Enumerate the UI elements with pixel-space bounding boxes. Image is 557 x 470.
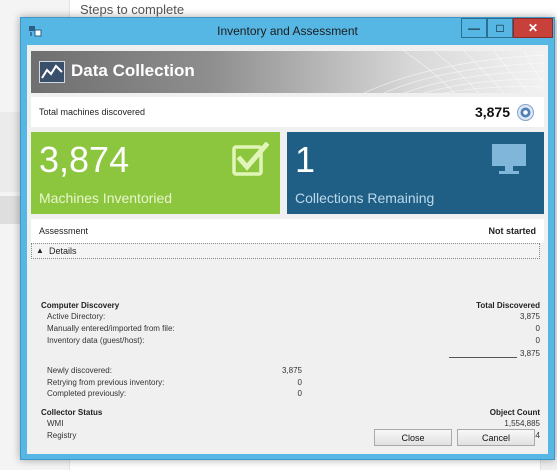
banner-title: Data Collection: [71, 61, 195, 80]
discovery-source-value: 0: [535, 336, 540, 345]
total-discovered-row: Total machines discovered 3,875: [31, 97, 544, 127]
collections-remaining-tile: 1 Collections Remaining: [287, 132, 544, 214]
inventory-status-value: 0: [297, 378, 302, 387]
assessment-label: Assessment: [39, 226, 89, 236]
collector-label: WMI: [47, 419, 64, 428]
total-discovered-heading: Total Discovered: [476, 301, 540, 310]
banner-decoration: [363, 51, 544, 93]
discovery-source-value: 0: [535, 324, 540, 333]
chevron-up-icon: ▲: [36, 246, 44, 255]
minimize-icon: —: [468, 21, 480, 35]
computer-discovery-heading: Computer Discovery: [41, 301, 120, 310]
total-discovered-label: Total machines discovered: [39, 107, 146, 117]
title-bar[interactable]: Inventory and Assessment — □ ✕: [21, 18, 554, 45]
maximize-button[interactable]: □: [487, 18, 513, 38]
cancel-button[interactable]: Cancel: [457, 429, 535, 446]
inventory-status-label: Newly discovered:: [47, 366, 112, 375]
checkbox-checked-icon: [232, 142, 269, 176]
machines-inventoried-tile: 3,874 Machines Inventoried: [31, 132, 280, 214]
collector-count: 1,554,885: [504, 419, 540, 428]
steps-to-complete-heading: Steps to complete: [80, 2, 185, 17]
maximize-icon: □: [496, 21, 504, 35]
progress-ring-icon: [517, 104, 534, 121]
collector-status-heading: Collector Status: [41, 408, 103, 417]
discovery-sum-value: 3,875: [519, 349, 540, 358]
details-toggle-label: Details: [49, 246, 77, 256]
machines-inventoried-count: 3,874: [39, 139, 130, 180]
monitor-icon: [492, 144, 526, 174]
inventory-status-value: 0: [297, 389, 302, 398]
inventory-status-label: Completed previously:: [47, 389, 127, 398]
object-count-heading: Object Count: [489, 408, 540, 417]
collections-remaining-label: Collections Remaining: [295, 190, 435, 206]
discovery-source-label: Active Directory:: [47, 312, 106, 321]
total-discovered-value: 3,875: [474, 104, 510, 120]
assessment-status: Not started: [488, 226, 536, 236]
dialog-content: Data Collection Total machines discovere…: [27, 45, 548, 454]
close-window-button[interactable]: ✕: [513, 18, 553, 38]
discovery-source-value: 3,875: [519, 312, 540, 321]
details-panel: Computer Discovery Total Discovered Acti…: [31, 261, 544, 441]
machines-inventoried-label: Machines Inventoried: [39, 190, 173, 206]
discovery-source-label: Manually entered/imported from file:: [47, 324, 175, 333]
collections-remaining-count: 1: [295, 139, 316, 180]
close-icon: ✕: [527, 21, 539, 35]
inventory-status-value: 3,875: [281, 366, 302, 375]
discovery-source-label: Inventory data (guest/host):: [47, 336, 145, 345]
assessment-row: Assessment Not started: [31, 219, 544, 243]
collector-label: Registry: [47, 431, 77, 440]
inventory-status-label: Retrying from previous inventory:: [47, 378, 165, 387]
sum-divider: [449, 357, 517, 358]
data-collection-banner: Data Collection: [31, 51, 544, 93]
line-chart-icon: [39, 61, 65, 83]
minimize-button[interactable]: —: [461, 18, 487, 38]
inventory-assessment-dialog: Inventory and Assessment — □ ✕ Data Coll…: [20, 17, 555, 460]
close-button[interactable]: Close: [374, 429, 452, 446]
details-toggle[interactable]: ▲ Details: [31, 243, 540, 259]
